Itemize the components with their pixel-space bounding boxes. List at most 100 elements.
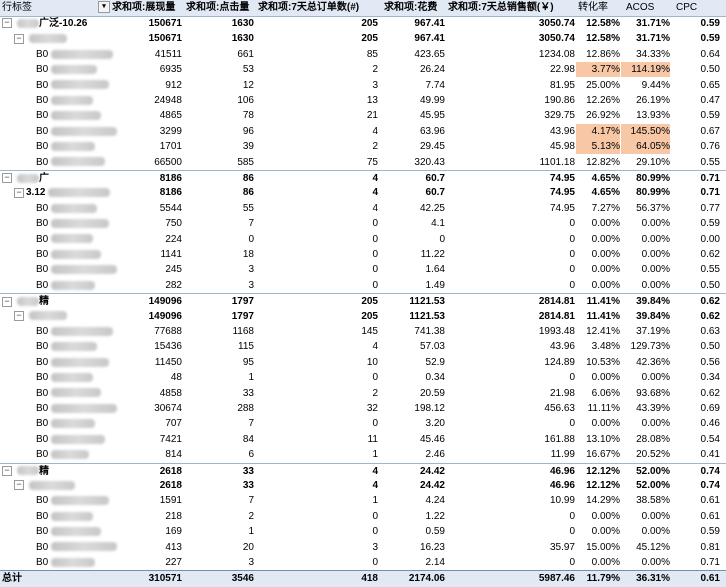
- table-cell[interactable]: 0.00%: [621, 555, 670, 570]
- subgroup-row[interactable]: − 149096 1797 205 1121.53 2814.81 11.41% 39.84%…: [0, 309, 726, 324]
- table-row[interactable]: B0 282 3 0 1.49 0 0.00% 0.00% 0.50: [0, 278, 726, 293]
- table-cell[interactable]: 114.19%: [621, 62, 670, 78]
- table-cell[interactable]: 0: [505, 416, 575, 431]
- table-cell[interactable]: 86: [184, 171, 254, 186]
- table-cell[interactable]: 10.53%: [576, 355, 620, 370]
- table-cell[interactable]: 0.59: [671, 108, 720, 123]
- table-row[interactable]: B0 912 12 3 7.74 81.95 25.00% 9.44% 0.65: [0, 78, 726, 93]
- table-cell[interactable]: 0.50: [671, 62, 720, 77]
- table-cell[interactable]: 52.9: [375, 355, 445, 370]
- table-cell[interactable]: 227: [112, 555, 182, 570]
- table-cell[interactable]: 0: [308, 416, 378, 431]
- table-cell[interactable]: 45.12%: [621, 540, 670, 555]
- table-cell[interactable]: 0.00%: [621, 247, 670, 262]
- table-cell[interactable]: 7421: [112, 432, 182, 447]
- table-cell[interactable]: 205: [308, 294, 378, 309]
- table-row[interactable]: B0 245 3 0 1.64 0 0.00% 0.00% 0.55: [0, 262, 726, 277]
- table-cell[interactable]: 35.97: [505, 540, 575, 555]
- table-cell[interactable]: 1: [308, 447, 378, 462]
- table-cell[interactable]: 2618: [112, 464, 182, 479]
- table-cell[interactable]: 56.37%: [621, 201, 670, 216]
- table-cell[interactable]: 45.98: [505, 139, 575, 154]
- column-header-acos[interactable]: ACOS: [626, 0, 666, 16]
- table-cell[interactable]: 0.55: [671, 262, 720, 277]
- table-row[interactable]: B0 814 6 1 2.46 11.99 16.67% 20.52% 0.41: [0, 447, 726, 462]
- table-cell[interactable]: 0.76: [671, 139, 720, 154]
- table-cell[interactable]: 41511: [112, 47, 182, 62]
- table-cell[interactable]: 1.49: [375, 278, 445, 293]
- table-cell[interactable]: 18: [184, 247, 254, 262]
- table-cell[interactable]: 150671: [112, 16, 182, 31]
- table-cell[interactable]: 10: [308, 355, 378, 370]
- table-cell[interactable]: 585: [184, 155, 254, 170]
- table-cell[interactable]: 20: [184, 540, 254, 555]
- table-cell[interactable]: 0.74: [671, 478, 720, 493]
- table-cell[interactable]: 3050.74: [505, 31, 575, 46]
- table-cell[interactable]: 11.99: [505, 447, 575, 462]
- table-cell[interactable]: 16.23: [375, 540, 445, 555]
- table-cell[interactable]: 0.71: [671, 185, 720, 200]
- collapse-minus-icon[interactable]: −: [14, 480, 24, 491]
- table-cell[interactable]: 329.75: [505, 108, 575, 123]
- table-cell[interactable]: 7.27%: [576, 201, 620, 216]
- table-cell[interactable]: 93.68%: [621, 386, 670, 401]
- table-cell[interactable]: 86: [184, 185, 254, 200]
- subgroup-row[interactable]: − 150671 1630 205 967.41 3050.74 12.58% 31.71% 0…: [0, 31, 726, 46]
- table-cell[interactable]: 3: [308, 78, 378, 93]
- table-row[interactable]: B0 7421 84 11 45.46 161.88 13.10% 28.08% 0.54: [0, 432, 726, 447]
- column-header-orders[interactable]: 求和项:7天总订单数(#): [258, 0, 382, 16]
- table-cell[interactable]: 0: [505, 509, 575, 524]
- table-cell[interactable]: 1797: [184, 294, 254, 309]
- table-cell[interactable]: 60.7: [375, 171, 445, 186]
- collapse-minus-icon[interactable]: −: [14, 187, 24, 198]
- table-cell[interactable]: 14.29%: [576, 493, 620, 508]
- table-cell[interactable]: 43.39%: [621, 401, 670, 416]
- table-row[interactable]: B0 750 7 0 4.1 0 0.00% 0.00% 0.59: [0, 216, 726, 231]
- table-cell[interactable]: 45.46: [375, 432, 445, 447]
- table-cell[interactable]: 13.93%: [621, 108, 670, 123]
- table-cell[interactable]: 0: [505, 370, 575, 385]
- group-row[interactable]: − 精 2618 33 4 24.42 46.96 12.12% 52.00% 0.74: [0, 462, 726, 479]
- table-cell[interactable]: 22.98: [505, 62, 575, 77]
- table-cell[interactable]: 12.26%: [576, 93, 620, 108]
- table-cell[interactable]: 4: [308, 201, 378, 216]
- table-cell[interactable]: 4: [308, 171, 378, 186]
- table-cell[interactable]: 1: [184, 524, 254, 539]
- table-row[interactable]: B0 15436 115 4 57.03 43.96 3.48% 129.73% 0.50: [0, 339, 726, 354]
- table-cell[interactable]: 63.96: [375, 124, 445, 139]
- table-cell[interactable]: 6: [184, 447, 254, 462]
- table-cell[interactable]: 5987.46: [505, 571, 575, 586]
- table-cell[interactable]: 707: [112, 416, 182, 431]
- table-cell[interactable]: 8186: [112, 185, 182, 200]
- table-cell[interactable]: 24.42: [375, 464, 445, 479]
- table-cell[interactable]: 0.00%: [621, 509, 670, 524]
- table-cell[interactable]: 38.58%: [621, 493, 670, 508]
- table-cell[interactable]: 45.95: [375, 108, 445, 123]
- table-cell[interactable]: 29.10%: [621, 155, 670, 170]
- table-cell[interactable]: 0: [375, 232, 445, 247]
- table-cell[interactable]: 0.69: [671, 401, 720, 416]
- table-cell[interactable]: 224: [112, 232, 182, 247]
- table-cell[interactable]: 11.22: [375, 247, 445, 262]
- table-cell[interactable]: 4: [308, 464, 378, 479]
- table-cell[interactable]: 11: [308, 432, 378, 447]
- table-cell[interactable]: 149096: [112, 309, 182, 324]
- table-cell[interactable]: 3: [184, 278, 254, 293]
- table-cell[interactable]: 169: [112, 524, 182, 539]
- table-cell[interactable]: 33: [184, 478, 254, 493]
- table-row[interactable]: B0 224 0 0 0 0 0.00% 0.00% 0.00: [0, 232, 726, 247]
- table-row[interactable]: B0 707 7 0 3.20 0 0.00% 0.00% 0.46: [0, 416, 726, 431]
- table-cell[interactable]: 3.48%: [576, 339, 620, 354]
- table-row[interactable]: B0 169 1 0 0.59 0 0.00% 0.00% 0.59: [0, 524, 726, 539]
- table-cell[interactable]: 64.05%: [621, 139, 670, 155]
- table-cell[interactable]: 0.00%: [621, 232, 670, 247]
- table-row[interactable]: B0 1591 7 1 4.24 10.99 14.29% 38.58% 0.61: [0, 493, 726, 508]
- table-cell[interactable]: 0.62: [671, 309, 720, 324]
- table-cell[interactable]: 2.46: [375, 447, 445, 462]
- table-cell[interactable]: 0.00%: [576, 416, 620, 431]
- table-cell[interactable]: 43.96: [505, 124, 575, 139]
- table-cell[interactable]: 4858: [112, 386, 182, 401]
- table-row[interactable]: B0 4858 33 2 20.59 21.98 6.06% 93.68% 0.62: [0, 386, 726, 401]
- table-cell[interactable]: 4.65%: [576, 171, 620, 186]
- table-cell[interactable]: 0.56: [671, 355, 720, 370]
